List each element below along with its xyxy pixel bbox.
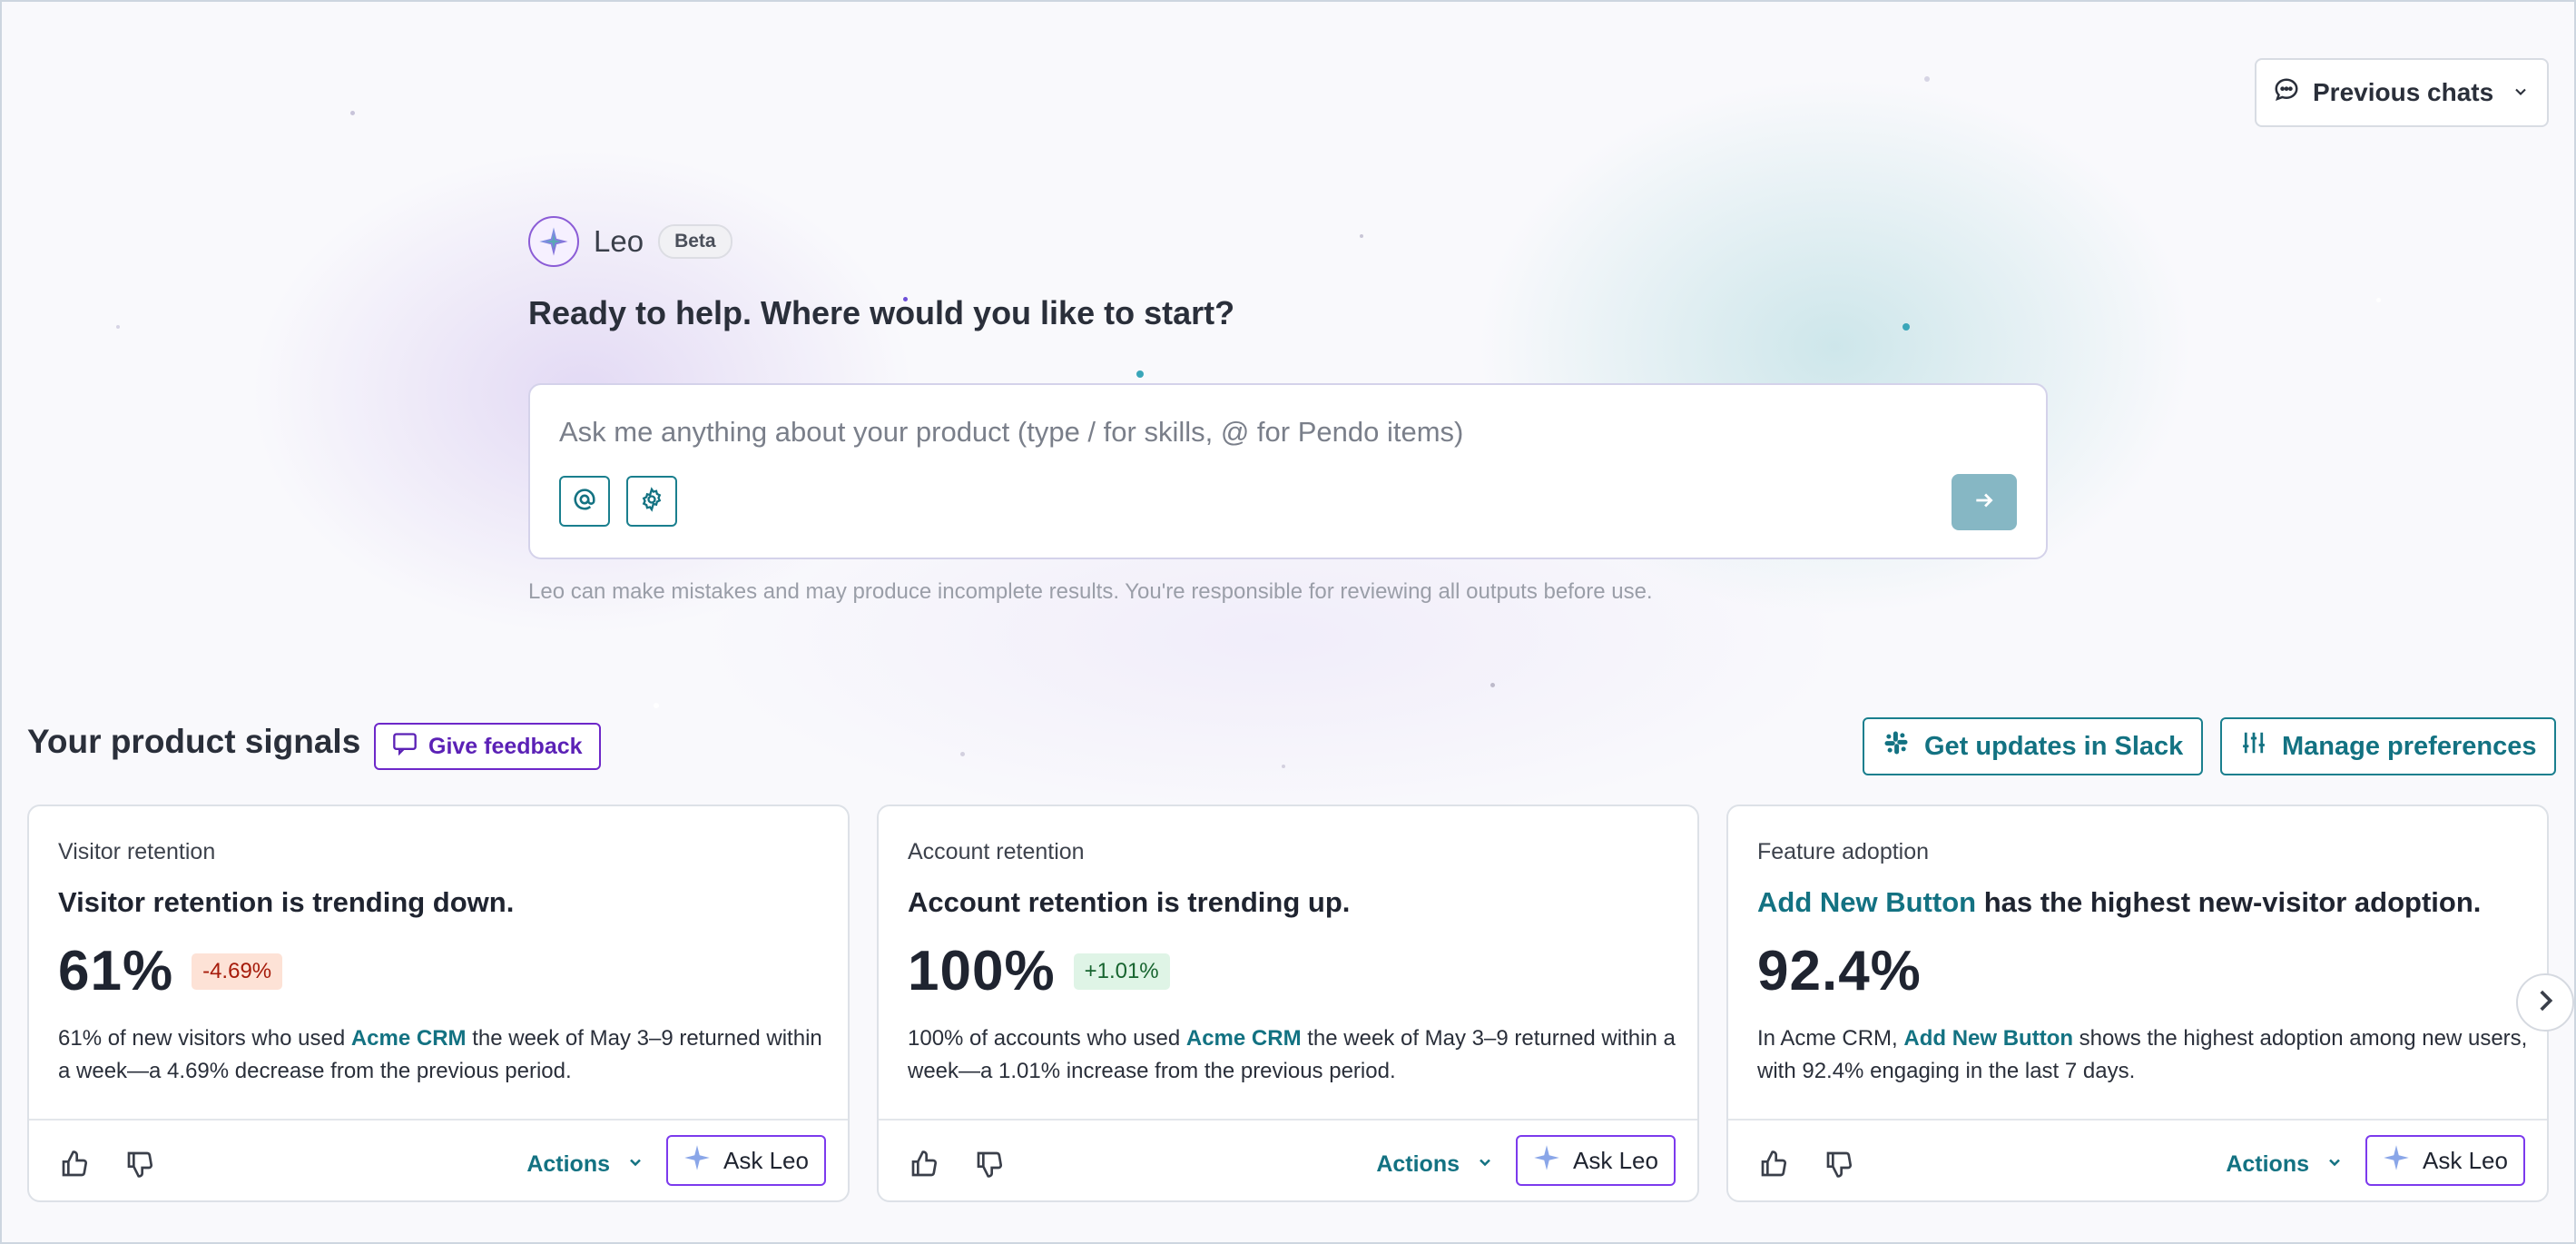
chat-bubble-icon	[2273, 76, 2300, 110]
card-category: Visitor retention	[58, 839, 216, 864]
sparkle-dot	[1490, 683, 1495, 687]
sparkle-dot	[1903, 323, 1910, 331]
ask-box	[528, 383, 2048, 559]
card-footer: Actions Ask Leo	[29, 1119, 848, 1200]
actions-label: Actions	[2226, 1150, 2309, 1177]
card-category: Feature adoption	[1757, 839, 1930, 864]
ask-leo-label: Ask Leo	[2423, 1146, 2508, 1174]
sparkle-dot	[1924, 76, 1930, 82]
desc-text: 100% of accounts who used	[908, 1026, 1186, 1051]
card-metric: 100%	[908, 940, 1056, 1002]
ask-leo-button[interactable]: Ask Leo	[1516, 1135, 1676, 1186]
desc-text: 61% of new visitors who used	[58, 1026, 351, 1051]
card-headline: Visitor retention is trending down.	[58, 886, 515, 918]
leo-sparkle-icon	[683, 1144, 711, 1178]
card-description: In Acme CRM, Add New Button shows the hi…	[1757, 1022, 2529, 1088]
chevron-down-icon	[1476, 1151, 1494, 1178]
skills-button[interactable]	[626, 476, 677, 527]
sparkle-dot	[116, 325, 120, 329]
thumbs-down-icon[interactable]	[123, 1148, 156, 1180]
actions-dropdown[interactable]: Actions	[2226, 1140, 2344, 1188]
manage-preferences-button[interactable]: Manage preferences	[2220, 717, 2557, 775]
chevron-down-icon	[626, 1151, 644, 1178]
carousel-next-button[interactable]	[2516, 973, 2574, 1032]
signal-card-feature-adoption: Feature adoption Add New Button has the …	[1726, 805, 2549, 1202]
thumbs-up-icon[interactable]	[1757, 1148, 1790, 1180]
card-metric: 61%	[58, 940, 174, 1002]
card-headline: Add New Button has the highest new-visit…	[1757, 886, 2481, 919]
card-metric: 92.4%	[1757, 940, 1922, 1002]
previous-chats-label: Previous chats	[2313, 78, 2494, 106]
mention-button[interactable]	[559, 476, 610, 527]
chevron-down-icon	[2512, 78, 2530, 107]
slack-updates-button[interactable]: Get updates in Slack	[1863, 717, 2204, 775]
card-headline: Account retention is trending up.	[908, 886, 1351, 918]
thumbs-up-icon[interactable]	[58, 1148, 91, 1180]
signal-card-visitor-retention: Visitor retention Visitor retention is t…	[27, 805, 850, 1202]
product-link[interactable]: Acme CRM	[351, 1026, 467, 1051]
sparkle-dot	[2376, 298, 2381, 302]
ask-leo-label: Ask Leo	[1573, 1146, 1658, 1174]
gear-icon	[639, 486, 664, 517]
leo-sparkle-icon	[2383, 1144, 2410, 1178]
beta-badge: Beta	[658, 224, 732, 259]
slack-icon	[1883, 729, 1910, 764]
feedback-icon	[392, 732, 418, 762]
ask-leo-button[interactable]: Ask Leo	[666, 1135, 826, 1186]
headline-text: has the highest new-visitor adoption.	[1976, 886, 2482, 918]
delta-badge: -4.69%	[192, 953, 283, 990]
desc-text: In Acme CRM,	[1757, 1026, 1904, 1051]
ask-leo-label: Ask Leo	[723, 1146, 809, 1174]
actions-dropdown[interactable]: Actions	[526, 1140, 644, 1188]
sparkle-dot	[1282, 765, 1285, 768]
signal-card-account-retention: Account retention Account retention is t…	[877, 805, 1699, 1202]
ask-leo-button[interactable]: Ask Leo	[2365, 1135, 2525, 1186]
card-footer: Actions Ask Leo	[1728, 1119, 2547, 1200]
chevron-right-icon	[2530, 985, 2561, 1021]
card-description: 61% of new visitors who used Acme CRM th…	[58, 1022, 830, 1088]
signals-title: Your product signals	[27, 723, 361, 760]
actions-dropdown[interactable]: Actions	[1376, 1140, 1494, 1188]
give-feedback-label: Give feedback	[428, 733, 583, 759]
arrow-right-icon	[1972, 489, 1996, 517]
send-button[interactable]	[1952, 474, 2017, 530]
at-sign-icon	[572, 487, 597, 517]
feature-link[interactable]: Add New Button	[1757, 886, 1976, 918]
feature-link[interactable]: Add New Button	[1903, 1026, 2073, 1051]
actions-label: Actions	[1376, 1150, 1460, 1177]
thumbs-down-icon[interactable]	[973, 1148, 1006, 1180]
metric-row: 92.4%	[1757, 939, 1922, 1003]
metric-row: 61% -4.69%	[58, 939, 283, 1003]
chevron-down-icon	[2325, 1151, 2344, 1178]
leo-sparkle-logo	[528, 216, 579, 267]
hero-title: Ready to help. Where would you like to s…	[528, 294, 1235, 331]
assistant-header: Leo Beta	[528, 216, 732, 267]
give-feedback-button[interactable]: Give feedback	[374, 723, 601, 770]
leo-page: Previous chats Leo Beta Ready to help. W…	[0, 0, 2576, 1244]
card-footer: Actions Ask Leo	[879, 1119, 1697, 1200]
thumbs-down-icon[interactable]	[1823, 1148, 1855, 1180]
sliders-icon	[2240, 729, 2267, 764]
sparkle-dot	[960, 752, 965, 756]
previous-chats-button[interactable]: Previous chats	[2255, 58, 2549, 127]
sparkle-dot	[1136, 370, 1144, 378]
card-category: Account retention	[908, 839, 1085, 864]
leo-sparkle-icon	[1533, 1144, 1560, 1178]
disclaimer: Leo can make mistakes and may produce in…	[528, 579, 1653, 604]
sparkle-dot	[350, 111, 355, 115]
sparkle-dot	[654, 703, 659, 708]
metric-row: 100% +1.01%	[908, 939, 1170, 1003]
ask-input[interactable]	[559, 412, 1921, 452]
assistant-name: Leo	[594, 224, 644, 258]
actions-label: Actions	[526, 1150, 610, 1177]
slack-updates-label: Get updates in Slack	[1924, 731, 2184, 761]
manage-preferences-label: Manage preferences	[2282, 731, 2537, 761]
sparkle-dot	[1360, 234, 1363, 238]
card-description: 100% of accounts who used Acme CRM the w…	[908, 1022, 1679, 1088]
delta-badge: +1.01%	[1073, 953, 1170, 990]
thumbs-up-icon[interactable]	[908, 1148, 940, 1180]
product-link[interactable]: Acme CRM	[1186, 1026, 1302, 1051]
